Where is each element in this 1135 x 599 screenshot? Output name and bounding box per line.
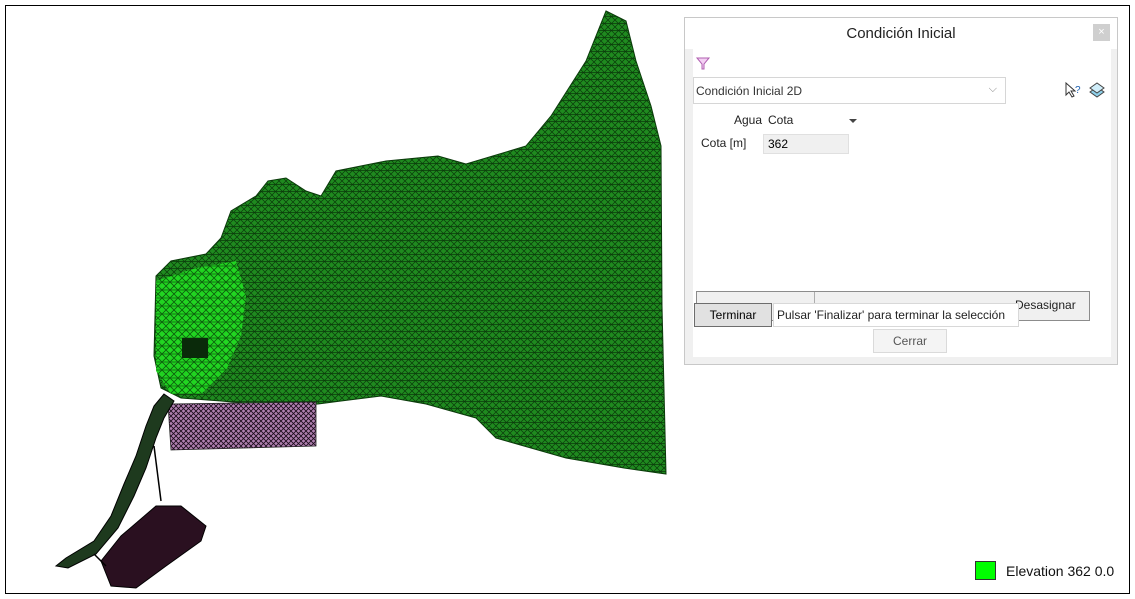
pointer-help-icon[interactable]: ? bbox=[1063, 80, 1083, 100]
chevron-down-icon: ⌵ bbox=[988, 83, 997, 95]
cerrar-button[interactable]: Cerrar bbox=[873, 329, 947, 353]
agua-caret-icon[interactable] bbox=[849, 119, 857, 123]
cota-input[interactable]: 362 bbox=[763, 134, 849, 154]
dialog-titlebar[interactable]: Condición Inicial × bbox=[685, 18, 1117, 49]
cota-label: Cota [m] bbox=[701, 136, 747, 150]
condicion-inicial-dialog: Condición Inicial × Condición Inicial 2D… bbox=[684, 17, 1118, 365]
mesh-pink-region bbox=[167, 401, 317, 451]
legend-label: Elevation 362 0.0 bbox=[1006, 563, 1115, 579]
close-button[interactable]: × bbox=[1093, 24, 1110, 41]
dialog-body: Condición Inicial 2D ⌵ ? Agua Cota Cota … bbox=[693, 49, 1111, 357]
mesh-dark-block bbox=[182, 338, 208, 358]
selection-tooltip: Pulsar 'Finalizar' para terminar la sele… bbox=[773, 303, 1019, 327]
layers-icon[interactable] bbox=[1087, 80, 1107, 100]
condition-type-value: Condición Inicial 2D bbox=[696, 84, 803, 98]
desasignar-button[interactable]: Desasignar bbox=[1015, 298, 1076, 312]
agua-label: Agua bbox=[734, 113, 763, 127]
dialog-title: Condición Inicial bbox=[846, 25, 956, 42]
agua-select[interactable]: Cota bbox=[768, 113, 793, 127]
condition-type-dropdown[interactable]: Condición Inicial 2D ⌵ bbox=[693, 77, 1006, 104]
filter-icon[interactable] bbox=[695, 55, 711, 71]
svg-text:?: ? bbox=[1075, 85, 1081, 96]
terminar-button[interactable]: Terminar bbox=[694, 303, 772, 327]
legend-swatch bbox=[975, 561, 996, 580]
